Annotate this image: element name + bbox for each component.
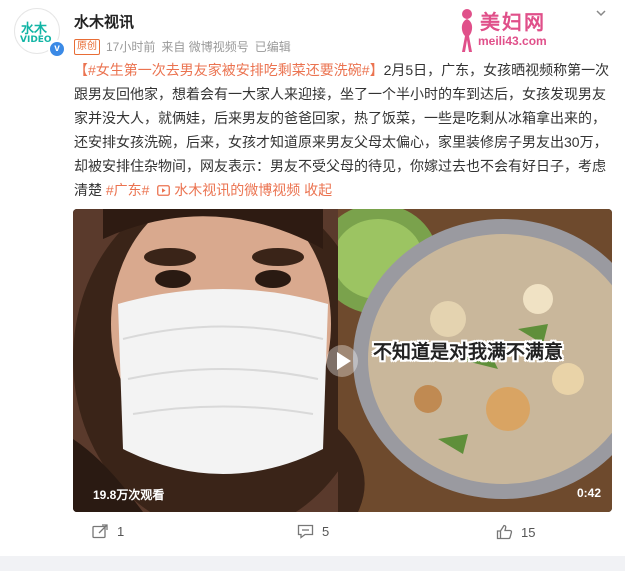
- comment-count: 5: [322, 524, 330, 539]
- post-body: 2月5日，广东，女孩晒视频称第一次跟男友回他家，想着会有一大家人来迎接，坐了一个…: [74, 62, 610, 198]
- watermark-title: 美妇网: [480, 10, 546, 34]
- post-text: 【#女生第一次去男友家被安排吃剩菜还要洗碗#】2月5日，广东，女孩晒视频称第一次…: [74, 58, 614, 202]
- video-duration: 0:42: [577, 486, 602, 500]
- topic-hashtag[interactable]: #女生第一次去男友家被安排吃剩菜还要洗碗#: [88, 62, 370, 78]
- bracket-close: 】: [369, 62, 384, 78]
- video-player[interactable]: 不知道是对我满不满意 19.8万次观看 0:42: [73, 209, 612, 512]
- bracket-open: 【: [74, 62, 88, 78]
- author-name[interactable]: 水木视讯: [74, 11, 134, 32]
- video-subtitle: 不知道是对我满不满意: [373, 342, 564, 363]
- view-count: 19.8万次观看: [93, 488, 165, 502]
- video-frame-left: [73, 209, 338, 512]
- post-time[interactable]: 17小时前: [106, 38, 155, 55]
- play-icon[interactable]: [325, 344, 359, 378]
- woman-figure-icon: [461, 9, 473, 52]
- comment-button[interactable]: 5: [297, 524, 329, 539]
- like-count: 15: [521, 524, 536, 540]
- avatar-logo-subtext: VIDEO: [20, 35, 52, 45]
- site-watermark: 美妇网 meili43.com: [456, 4, 574, 54]
- video-link-icon: [157, 185, 171, 196]
- original-badge: 原创: [74, 38, 100, 55]
- action-bar: 1 5 15: [0, 520, 625, 548]
- like-icon: [496, 524, 513, 540]
- repost-icon: [92, 524, 108, 539]
- chevron-down-icon[interactable]: [596, 8, 606, 18]
- repost-button[interactable]: 1: [92, 524, 124, 539]
- repost-count: 1: [117, 524, 125, 539]
- tag-guangdong[interactable]: #广东#: [106, 182, 150, 198]
- weibo-post-card: 水木 VIDEO v 水木视讯 原创 17小时前 来自 微博视频号 已编辑 美妇…: [0, 0, 625, 556]
- like-button[interactable]: 15: [496, 524, 535, 540]
- watermark-url: meili43.com: [478, 34, 547, 48]
- post-source: 来自 微博视频号: [161, 40, 249, 54]
- collapse-link[interactable]: 收起: [304, 182, 332, 198]
- verified-icon: v: [48, 40, 66, 58]
- post-meta: 原创 17小时前 来自 微博视频号 已编辑: [74, 38, 291, 55]
- comment-icon: [297, 524, 314, 539]
- video-link[interactable]: 水木视讯的微博视频: [174, 182, 300, 198]
- edited-label[interactable]: 已编辑: [255, 38, 291, 55]
